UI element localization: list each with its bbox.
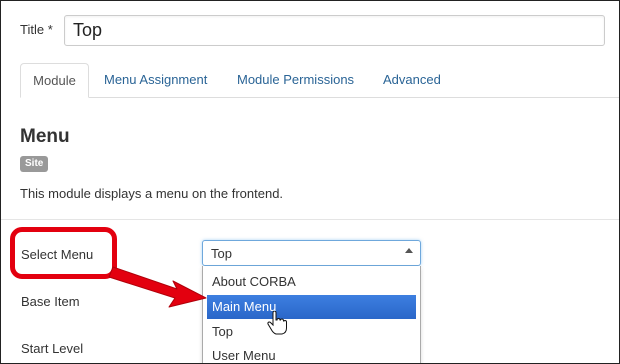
option-about-corba[interactable]: About CORBA bbox=[207, 270, 416, 294]
select-menu-dropdown[interactable]: Top bbox=[202, 240, 421, 266]
chevron-up-icon bbox=[405, 248, 413, 253]
tab-module[interactable]: Module bbox=[20, 63, 89, 98]
option-main-menu[interactable]: Main Menu bbox=[207, 295, 416, 319]
option-user-menu[interactable]: User Menu bbox=[207, 344, 416, 363]
module-edit-panel: Title * Module Menu Assignment Module Pe… bbox=[0, 0, 620, 364]
base-item-label: Base Item bbox=[21, 294, 80, 309]
module-description: This module displays a menu on the front… bbox=[20, 186, 284, 201]
select-menu-options: About CORBA Main Menu Top User Menu bbox=[202, 266, 421, 363]
tab-module-permissions[interactable]: Module Permissions bbox=[237, 63, 354, 98]
start-level-label: Start Level bbox=[21, 341, 84, 356]
title-input[interactable] bbox=[64, 15, 605, 46]
section-divider bbox=[1, 219, 619, 220]
select-menu-label: Select Menu bbox=[21, 247, 94, 262]
title-label: Title * bbox=[20, 22, 53, 37]
select-menu-value: Top bbox=[211, 246, 232, 261]
tab-menu-assignment[interactable]: Menu Assignment bbox=[104, 63, 207, 98]
tab-advanced[interactable]: Advanced bbox=[383, 63, 441, 98]
option-top[interactable]: Top bbox=[207, 320, 416, 344]
site-badge: Site bbox=[20, 156, 49, 172]
module-heading: Menu bbox=[20, 126, 70, 147]
